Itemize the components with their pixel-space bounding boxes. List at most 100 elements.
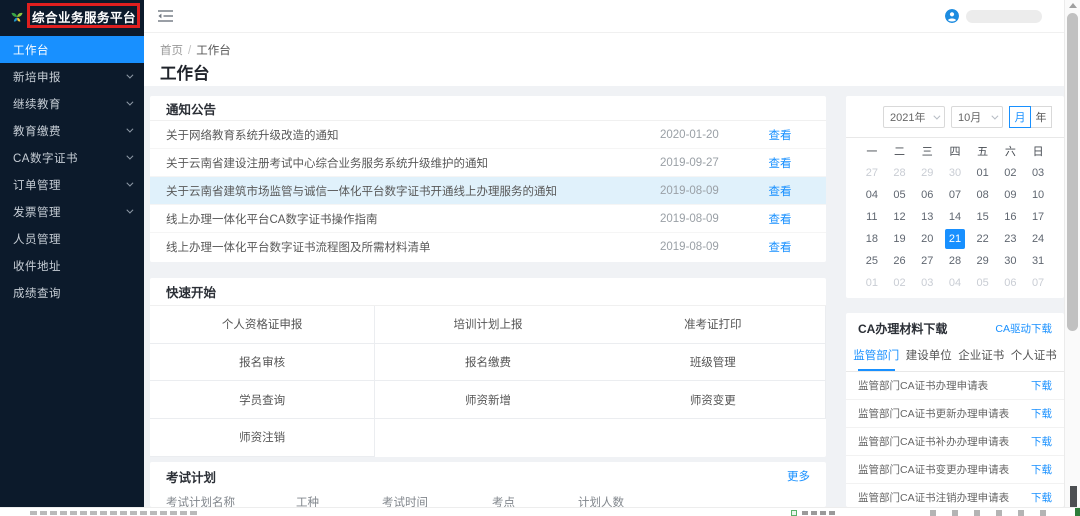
calendar-day[interactable]: 04 [858, 184, 886, 206]
scrollbar-outer-thumb[interactable] [1070, 486, 1077, 508]
quick-start-item[interactable] [601, 419, 826, 457]
quick-start-item[interactable]: 培训计划上报 [375, 306, 600, 344]
calendar-day[interactable]: 03 [1024, 162, 1052, 184]
user-avatar[interactable] [945, 9, 959, 23]
sidebar-item[interactable]: 新培申报 [0, 63, 144, 90]
notice-view-link[interactable]: 查看 [750, 211, 810, 227]
notice-title[interactable]: 线上办理一体化平台数字证书流程图及所需材料清单 [166, 239, 660, 255]
sidebar-item[interactable]: 工作台 [0, 36, 144, 63]
calendar-day[interactable]: 14 [941, 206, 969, 228]
calendar-day[interactable]: 25 [858, 250, 886, 272]
sidebar-item[interactable]: 人员管理 [0, 225, 144, 252]
calendar-day[interactable]: 08 [969, 184, 997, 206]
calendar-day[interactable]: 03 [913, 272, 941, 294]
calendar-day[interactable]: 26 [886, 250, 914, 272]
calendar-day[interactable]: 31 [1024, 250, 1052, 272]
calendar-day[interactable]: 09 [997, 184, 1025, 206]
ca-tab[interactable]: 个人证书 [1008, 343, 1061, 371]
ca-download-link[interactable]: 下载 [1031, 406, 1052, 421]
notice-title[interactable]: 关于云南省建设注册考试中心综合业务服务系统升级维护的通知 [166, 155, 660, 171]
calendar-day[interactable]: 17 [1024, 206, 1052, 228]
quick-start-item[interactable]: 个人资格证申报 [150, 306, 375, 344]
quick-start-item[interactable] [375, 419, 600, 457]
sidebar-item[interactable]: 教育缴费 [0, 117, 144, 144]
scrollbar-up-arrow-icon[interactable] [1069, 3, 1077, 8]
quick-start-item[interactable]: 准考证打印 [601, 306, 826, 344]
notice-view-link[interactable]: 查看 [750, 183, 810, 199]
quick-start-item[interactable]: 学员查询 [150, 381, 375, 419]
notice-view-link[interactable]: 查看 [750, 127, 810, 143]
calendar-day[interactable]: 01 [858, 272, 886, 294]
sidebar-item[interactable]: 成绩查询 [0, 279, 144, 306]
sidebar-item[interactable]: 收件地址 [0, 252, 144, 279]
calendar-day[interactable]: 11 [858, 206, 886, 228]
calendar-day[interactable]: 07 [941, 184, 969, 206]
calendar-day[interactable]: 20 [913, 228, 941, 250]
notice-view-link[interactable]: 查看 [750, 155, 810, 171]
calendar-day[interactable]: 04 [941, 272, 969, 294]
calendar-day[interactable]: 02 [886, 272, 914, 294]
ca-document-name: 监管部门CA证书变更办理申请表 [858, 462, 1031, 477]
calendar-day[interactable]: 02 [997, 162, 1025, 184]
vertical-scrollbar[interactable] [1064, 0, 1080, 507]
menu-fold-icon [158, 10, 173, 22]
ca-download-link[interactable]: 下载 [1031, 378, 1052, 393]
calendar-day[interactable]: 15 [969, 206, 997, 228]
ca-tab[interactable]: 监管部门 [850, 343, 903, 371]
quick-start-item[interactable]: 师资注销 [150, 419, 375, 457]
notice-title[interactable]: 关于网络教育系统升级改造的通知 [166, 127, 660, 143]
calendar-day[interactable]: 05 [969, 272, 997, 294]
sidebar-item[interactable]: 订单管理 [0, 171, 144, 198]
breadcrumb-home[interactable]: 首页 [160, 45, 183, 57]
calendar-day[interactable]: 29 [969, 250, 997, 272]
calendar-day[interactable]: 10 [1024, 184, 1052, 206]
redacted-username[interactable] [966, 10, 1042, 23]
calendar-day[interactable]: 27 [858, 162, 886, 184]
notice-title[interactable]: 线上办理一体化平台CA数字证书操作指南 [166, 211, 660, 227]
ca-tab[interactable]: 企业证书 [955, 343, 1008, 371]
calendar-day[interactable]: 13 [913, 206, 941, 228]
ca-download-link[interactable]: 下载 [1031, 462, 1052, 477]
ca-download-link[interactable]: 下载 [1031, 490, 1052, 505]
quick-start-item[interactable]: 报名缴费 [375, 344, 600, 382]
quick-start-item[interactable]: 班级管理 [601, 344, 826, 382]
notice-view-link[interactable]: 查看 [750, 239, 810, 255]
calendar-year-select[interactable]: 2021年 [883, 106, 945, 128]
exam-plan-more-link[interactable]: 更多 [787, 468, 810, 484]
calendar-day[interactable]: 06 [913, 184, 941, 206]
calendar-day-number: 17 [1028, 207, 1048, 227]
ca-tab[interactable]: 建设单位 [903, 343, 956, 371]
calendar-day[interactable]: 21 [941, 228, 969, 250]
calendar-day[interactable]: 06 [997, 272, 1025, 294]
calendar-day[interactable]: 05 [886, 184, 914, 206]
calendar-day[interactable]: 24 [1024, 228, 1052, 250]
calendar-day[interactable]: 18 [858, 228, 886, 250]
quick-start-item[interactable]: 师资变更 [601, 381, 826, 419]
calendar-day[interactable]: 30 [997, 250, 1025, 272]
calendar-month-select[interactable]: 10月 [951, 106, 1003, 128]
notice-title[interactable]: 关于云南省建筑市场监管与诚信一体化平台数字证书开通线上办理服务的通知 [166, 183, 660, 199]
calendar-day[interactable]: 29 [913, 162, 941, 184]
calendar-day[interactable]: 23 [997, 228, 1025, 250]
sidebar-item[interactable]: CA数字证书 [0, 144, 144, 171]
calendar-mode-month-button[interactable]: 月 [1009, 106, 1031, 128]
calendar-day[interactable]: 12 [886, 206, 914, 228]
calendar-day[interactable]: 07 [1024, 272, 1052, 294]
quick-start-item[interactable]: 师资新增 [375, 381, 600, 419]
calendar-day[interactable]: 01 [969, 162, 997, 184]
calendar-mode-year-button[interactable]: 年 [1030, 106, 1052, 128]
calendar-day[interactable]: 16 [997, 206, 1025, 228]
sidebar-item[interactable]: 发票管理 [0, 198, 144, 225]
calendar-day[interactable]: 28 [941, 250, 969, 272]
ca-download-link[interactable]: 下载 [1031, 434, 1052, 449]
ca-driver-download-link[interactable]: CA驱动下载 [995, 321, 1052, 336]
sidebar-item[interactable]: 继续教育 [0, 90, 144, 117]
scrollbar-thumb[interactable] [1067, 13, 1078, 331]
calendar-day[interactable]: 19 [886, 228, 914, 250]
calendar-day[interactable]: 28 [886, 162, 914, 184]
calendar-day[interactable]: 30 [941, 162, 969, 184]
quick-start-item[interactable]: 报名审核 [150, 344, 375, 382]
calendar-day[interactable]: 22 [969, 228, 997, 250]
calendar-day[interactable]: 27 [913, 250, 941, 272]
sidebar-collapse-button[interactable] [158, 10, 173, 22]
